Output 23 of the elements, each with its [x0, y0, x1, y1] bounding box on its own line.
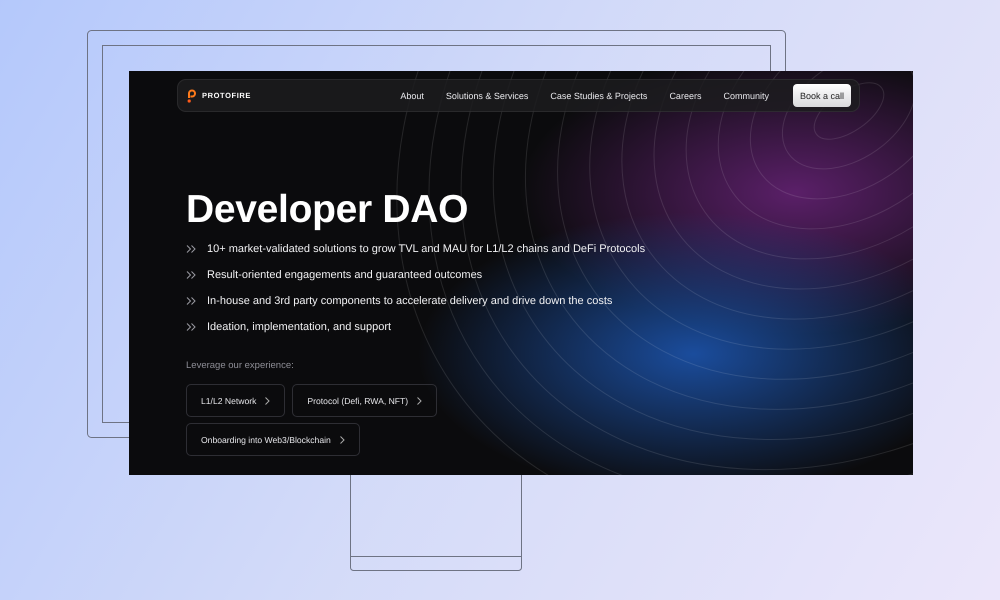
logo-icon	[187, 88, 197, 102]
book-call-button[interactable]: Book a call	[792, 84, 851, 107]
feature-point: In-house and 3rd party components to accelerate delivery and drive down the costs	[207, 294, 612, 306]
nav-link[interactable]: About	[389, 90, 435, 100]
feature-point: Result-oriented engagements and guaranteed outcomes	[207, 268, 482, 280]
feature-point: Ideation, implementation, and support	[207, 320, 392, 332]
option-button[interactable]: Onboarding into Web3/Blockchain	[186, 423, 360, 456]
option-button[interactable]: L1/L2 Network	[186, 384, 286, 417]
double-chevron-icon	[186, 244, 196, 252]
chevron-right-icon	[265, 396, 270, 404]
nav-link[interactable]: Case Studies & Projects	[539, 90, 658, 100]
hero-title: Developer DAO	[186, 188, 470, 232]
nav-link[interactable]: Community	[712, 90, 780, 100]
double-chevron-icon	[186, 296, 196, 304]
chevron-right-icon	[340, 436, 345, 444]
double-chevron-icon	[186, 322, 196, 330]
nav-link[interactable]: Solutions & Services	[434, 90, 540, 100]
nav-link[interactable]: Careers	[658, 90, 712, 100]
double-chevron-icon	[186, 270, 196, 278]
option-button[interactable]: Protocol (Defi, RWA, NFT)	[292, 384, 438, 417]
feature-point: 10+ market-validated solutions to grow TVL and MAU for L1/L2 chains and DeFi Protocols	[207, 242, 646, 254]
chevron-right-icon	[417, 396, 422, 404]
prompt-text: Leverage our experience:	[186, 360, 295, 371]
